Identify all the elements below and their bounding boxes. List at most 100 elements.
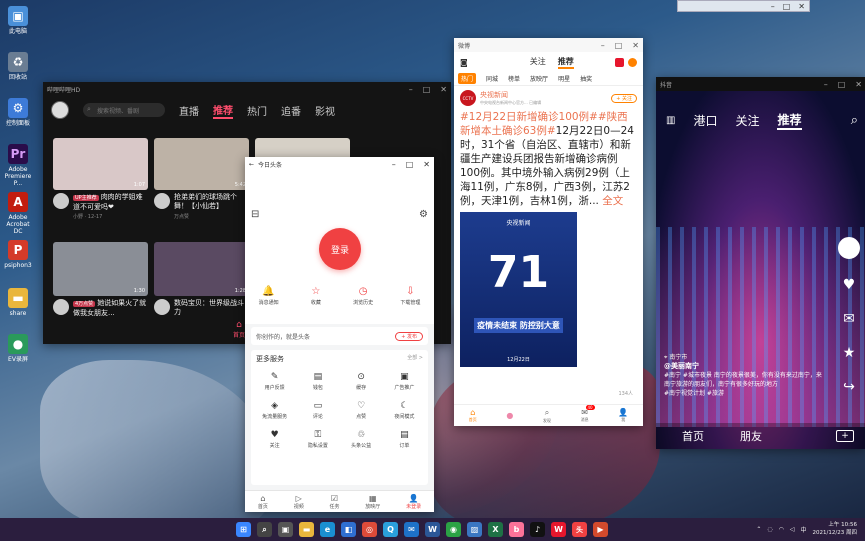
category-theater[interactable]: 放映厅 (530, 74, 548, 83)
login-button[interactable]: 登录 (319, 228, 361, 270)
task-view-icon[interactable]: ▣ (278, 522, 293, 537)
clock[interactable]: 上午 10:56 2021/12/23 周四 (813, 521, 857, 537)
minimize-icon[interactable]: – (392, 160, 396, 169)
nav-me[interactable]: 👤 我 (618, 408, 628, 423)
file-explorer-icon[interactable]: ▬ (299, 522, 314, 537)
tab-live[interactable]: 直播 (179, 103, 199, 118)
excel-icon[interactable]: X (488, 522, 503, 537)
service-following[interactable]: ♥ 关注 (253, 430, 296, 449)
wifi-icon[interactable]: ◠ (779, 526, 784, 533)
network-icon[interactable]: ◌ (767, 526, 772, 533)
avatar[interactable] (51, 101, 69, 119)
tab-movies[interactable]: 影视 (315, 103, 335, 118)
service-wallet[interactable]: ▤ 钱包 (296, 372, 339, 391)
nav-profile-avatar[interactable]: ● (506, 411, 513, 420)
category-local[interactable]: 同城 (486, 74, 498, 83)
nav-home[interactable]: 首页 (682, 428, 704, 444)
video-card[interactable]: 1:07 UP主推荐 肉肉的学姐难道不可爱吗❤ 小野 · 12-17 (53, 138, 148, 220)
maximize-icon[interactable]: □ (783, 2, 791, 11)
minimize-icon[interactable]: – (824, 80, 828, 89)
service-likes[interactable]: ♡ 点赞 (340, 401, 383, 420)
wechat-icon[interactable]: ◉ (446, 522, 461, 537)
close-icon[interactable]: ✕ (440, 85, 447, 94)
tab-recommend[interactable]: 推荐 (777, 111, 802, 130)
video-app-titlebar[interactable]: 哔哩哔哩HD – □ ✕ (43, 82, 451, 96)
media-icon[interactable]: ▶ (593, 522, 608, 537)
favorite-icon[interactable]: ★ (843, 345, 856, 361)
windows-start-icon[interactable]: ⊞ (236, 522, 251, 537)
service-night-mode[interactable]: ☾ 夜间模式 (383, 401, 426, 420)
read-more-link[interactable]: 全文 (602, 195, 623, 207)
share-icon[interactable]: ↪ (843, 379, 855, 395)
video-thumbnail[interactable]: 1:30 (53, 242, 148, 296)
category-stars[interactable]: 明星 (558, 74, 570, 83)
desktop-icon-control-panel[interactable]: ⚙ 控制面板 (2, 98, 34, 127)
desktop-icon-share-folder[interactable]: ▬ share (2, 288, 34, 317)
toutiao-titlebar[interactable]: ← 今日头条 – □ ✕ (245, 157, 434, 171)
input-language[interactable]: 中 (801, 525, 807, 534)
quick-notifications[interactable]: 🔔 消息通知 (249, 286, 289, 324)
douyin-titlebar[interactable]: 抖音 – □ ✕ (656, 77, 865, 91)
nav-friends[interactable]: 朋友 (740, 428, 762, 444)
notification-icon[interactable] (615, 57, 624, 67)
live-icon[interactable]: ▥ (666, 115, 675, 126)
service-feedback[interactable]: ✎ 用户反馈 (253, 372, 296, 391)
weibo-icon[interactable]: W (551, 522, 566, 537)
video-thumbnail[interactable]: 1:07 (53, 138, 148, 190)
tiktok-icon[interactable]: ♪ (530, 522, 545, 537)
quick-downloads[interactable]: ⇩ 下载管理 (390, 286, 430, 324)
category-lottery[interactable]: 抽奖 (580, 74, 592, 83)
location-tag[interactable]: ⌖ 南宁市 (664, 353, 824, 362)
word-icon[interactable]: W (425, 522, 440, 537)
toutiao-icon[interactable]: 头 (572, 522, 587, 537)
search-icon[interactable]: ⌕ (851, 113, 858, 128)
service-ads[interactable]: ▣ 广告推广 (383, 372, 426, 391)
service-free-data[interactable]: ◈ 免流量服务 (253, 401, 296, 420)
chevron-up-icon[interactable]: ⌃ (756, 526, 761, 533)
photos-icon[interactable]: ▨ (467, 522, 482, 537)
close-icon[interactable]: ✕ (798, 2, 805, 11)
post-image[interactable]: 央视新闻 71 疫情未结束 防控别大意 12月22日 (460, 212, 577, 367)
nav-discover[interactable]: ⌕ 发现 (543, 408, 551, 424)
video-thumbnail[interactable]: 1:28 (154, 242, 249, 296)
maximize-icon[interactable]: □ (423, 85, 431, 94)
quick-favorites[interactable]: ☆ 收藏 (296, 286, 336, 324)
author-name[interactable]: @美丽南宁 (664, 362, 824, 371)
add-icon[interactable] (628, 57, 637, 67)
search-icon[interactable]: ⌕ (257, 522, 272, 537)
desktop-icon-this-pc[interactable]: ▣ 此电脑 (2, 6, 34, 35)
see-all-link[interactable]: 全部 > (407, 354, 423, 364)
avatar[interactable]: CCTV (460, 90, 476, 106)
mail-icon[interactable]: ✉ (404, 522, 419, 537)
maximize-icon[interactable]: □ (406, 160, 414, 169)
edge-icon[interactable]: e (320, 522, 335, 537)
tab-recommend[interactable]: 推荐 (213, 102, 233, 119)
tab-recommend[interactable]: 推荐 (557, 56, 574, 69)
nav-theater[interactable]: ▦ 放映厅 (365, 494, 380, 510)
desktop-icon-premiere[interactable]: Pr Adobe Premiere P... (2, 144, 34, 187)
video-thumbnail[interactable]: 5:42 (154, 138, 249, 190)
category-hot[interactable]: 热门 (458, 73, 477, 84)
search-input[interactable]: ⌕ 搜索视频、番剧 (83, 103, 165, 117)
follow-button[interactable]: + 关注 (611, 93, 637, 103)
minimized-window-bar[interactable]: – □ ✕ (677, 0, 810, 12)
video-card[interactable]: 1:28 数码宝贝：世界级战斗力 (154, 242, 249, 319)
comment-icon[interactable]: ✉ (843, 311, 855, 327)
publish-button[interactable]: + 发布 (395, 331, 423, 341)
nav-home[interactable]: ⌂ 首页 (233, 320, 245, 339)
hashtag-link[interactable]: #南宁视觉计划 #旅游 (664, 389, 824, 398)
creation-banner[interactable]: 你创作的，就是头条 + 发布 (251, 327, 428, 345)
scan-icon[interactable]: ⊟ (251, 209, 259, 220)
avatar[interactable] (53, 193, 69, 209)
volume-icon[interactable]: ◁ (790, 526, 795, 533)
qq-icon[interactable]: Q (383, 522, 398, 537)
heart-icon[interactable]: ♥ (843, 277, 856, 293)
avatar[interactable] (154, 193, 170, 209)
back-icon[interactable]: ← (249, 161, 254, 168)
avatar[interactable] (154, 299, 170, 315)
nav-messages[interactable]: ✉ 40 消息 (581, 405, 595, 423)
video-card[interactable]: 5:42 抢弟弟们的球场跳个舞！【小仙若】 万点赞 (154, 138, 249, 220)
gear-icon[interactable]: ⚙ (419, 209, 428, 220)
close-icon[interactable]: ✕ (855, 80, 862, 89)
desktop-icon-acrobat[interactable]: A Adobe Acrobat DC (2, 192, 34, 235)
